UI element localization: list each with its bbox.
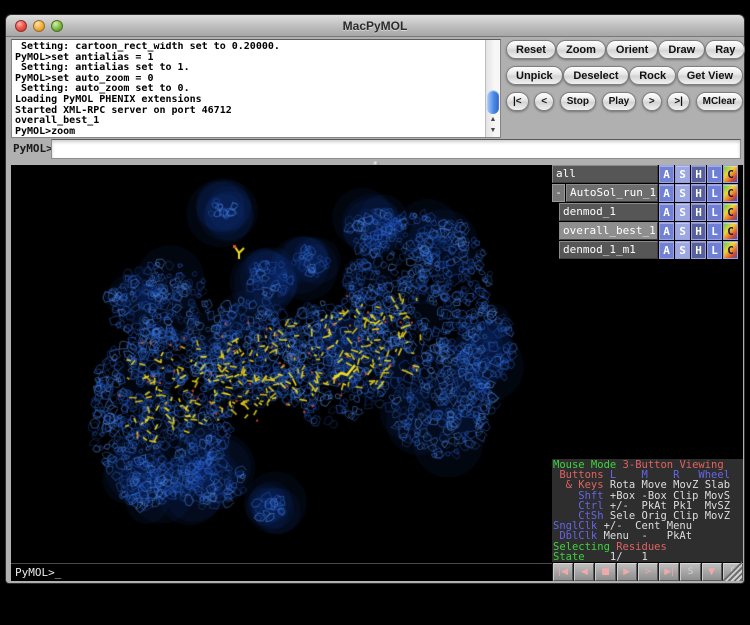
vcr-forward-button[interactable]: > — [638, 563, 658, 581]
indent-spacer — [552, 222, 559, 240]
action-s-button[interactable]: S — [675, 241, 690, 259]
indent-spacer — [552, 203, 559, 221]
viewport-canvas[interactable] — [11, 167, 552, 561]
console-line: PyMOL>zoom — [15, 127, 483, 136]
title-bar[interactable]: MacPyMOL — [6, 15, 744, 37]
command-prompt-label: PyMOL> — [13, 142, 53, 155]
toolbar-button-deselect[interactable]: Deselect — [563, 66, 628, 85]
toolbar-button-ray[interactable]: Ray — [705, 40, 745, 59]
action-a-button[interactable]: A — [659, 203, 674, 221]
object-name-overall_best_1[interactable]: overall_best_1 — [559, 222, 658, 240]
vcr-back-button[interactable]: ◀ — [574, 563, 594, 581]
vcr-end-button[interactable]: ▶| — [659, 563, 679, 581]
window-title: MacPyMOL — [6, 19, 744, 33]
toolbar-button-reset[interactable]: Reset — [506, 40, 556, 59]
action-c-button[interactable]: C — [723, 203, 738, 221]
object-row: -AutoSol_run_1_ASHLC — [552, 184, 738, 202]
console-line: Setting: cartoon_rect_width set to 0.200… — [15, 42, 483, 53]
mouse-mode-panel[interactable]: Mouse Mode 3-Button Viewing Buttons L M … — [552, 459, 743, 562]
toolbar-button-orient[interactable]: Orient — [606, 40, 658, 59]
action-c-button[interactable]: C — [723, 165, 738, 183]
action-c-button[interactable]: C — [723, 241, 738, 259]
action-l-button[interactable]: L — [707, 203, 722, 221]
console-line: overall_best_1 — [15, 116, 483, 127]
object-name-AutoSol_run_1_[interactable]: AutoSol_run_1_ — [566, 184, 658, 202]
mouse-panel-line: State 1/ 1 — [553, 552, 743, 562]
action-a-button[interactable]: A — [659, 222, 674, 240]
toolbar-button-zoom[interactable]: Zoom — [556, 40, 606, 59]
action-h-button[interactable]: H — [691, 241, 706, 259]
toolbar-row-2: UnpickDeselectRockGet View — [506, 66, 743, 85]
app-window: MacPyMOL Setting: cartoon_rect_width set… — [5, 14, 745, 584]
scroll-down-icon[interactable]: ▼ — [486, 125, 500, 136]
action-a-button[interactable]: A — [659, 241, 674, 259]
toolbar-button-nav[interactable]: > — [642, 92, 662, 111]
command-input[interactable] — [51, 139, 741, 159]
action-s-button[interactable]: S — [675, 222, 690, 240]
action-c-button[interactable]: C — [723, 184, 738, 202]
object-sidebar: allASHLC-AutoSol_run_1_ASHLCdenmod_1ASHL… — [552, 165, 743, 581]
viewport-area: PyMOL>_ allASHLC-AutoSol_run_1_ASHLCdenm… — [11, 165, 743, 581]
object-row: overall_best_1ASHLC — [552, 222, 738, 240]
object-row: denmod_1ASHLC — [552, 203, 738, 221]
action-h-button[interactable]: H — [691, 222, 706, 240]
action-l-button[interactable]: L — [707, 184, 722, 202]
toolbar-button-unpick[interactable]: Unpick — [506, 66, 563, 85]
mouse-panel-text: State — [553, 551, 591, 563]
vcr-controls: |◀◀■▶>▶|S▼F — [552, 563, 743, 581]
toolbar-button-draw[interactable]: Draw — [658, 40, 705, 59]
toolbar-button-nav[interactable]: < — [534, 92, 554, 111]
action-l-button[interactable]: L — [707, 222, 722, 240]
action-s-button[interactable]: S — [675, 165, 690, 183]
console-log: Setting: cartoon_rect_width set to 0.200… — [11, 39, 501, 138]
vcr-rewind-button[interactable]: |◀ — [553, 563, 573, 581]
vcr-stop-button[interactable]: ■ — [595, 563, 615, 581]
viewport-prompt: PyMOL>_ — [11, 563, 557, 580]
vcr-s-button[interactable]: S — [680, 563, 700, 581]
toolbar-button-rock[interactable]: Rock — [629, 66, 676, 85]
action-s-button[interactable]: S — [675, 203, 690, 221]
object-row: allASHLC — [552, 165, 738, 183]
scrollbar-thumb[interactable] — [487, 90, 499, 114]
action-h-button[interactable]: H — [691, 203, 706, 221]
toolbar-button-nav[interactable]: |< — [506, 92, 529, 111]
vcr-scene-down-button[interactable]: ▼ — [702, 563, 722, 581]
action-l-button[interactable]: L — [707, 165, 722, 183]
action-c-button[interactable]: C — [723, 222, 738, 240]
action-s-button[interactable]: S — [675, 184, 690, 202]
indent-spacer — [552, 241, 559, 259]
toolbar-button-getview[interactable]: Get View — [677, 66, 743, 85]
object-row: denmod_1_m1ASHLC — [552, 241, 738, 259]
vcr-play-button[interactable]: ▶ — [617, 563, 637, 581]
control-button-panel: ResetZoomOrientDrawRay UnpickDeselectRoc… — [506, 40, 743, 113]
object-name-all[interactable]: all — [552, 165, 658, 183]
object-name-denmod_1[interactable]: denmod_1 — [559, 203, 658, 221]
toolbar-button-stop[interactable]: Stop — [560, 92, 596, 111]
console-output: Setting: cartoon_rect_width set to 0.200… — [15, 42, 483, 136]
object-list: allASHLC-AutoSol_run_1_ASHLCdenmod_1ASHL… — [552, 165, 743, 260]
scroll-up-icon[interactable]: ▲ — [486, 114, 500, 125]
action-a-button[interactable]: A — [659, 165, 674, 183]
action-a-button[interactable]: A — [659, 184, 674, 202]
action-h-button[interactable]: H — [691, 184, 706, 202]
toolbar-button-mclear[interactable]: MClear — [696, 92, 743, 111]
toolbar-button-nav[interactable]: >| — [667, 92, 690, 111]
object-name-denmod_1_m1[interactable]: denmod_1_m1 — [559, 241, 658, 259]
action-l-button[interactable]: L — [707, 241, 722, 259]
console-line: Loading PyMOL PHENIX extensions — [15, 95, 483, 106]
action-h-button[interactable]: H — [691, 165, 706, 183]
mouse-panel-text: 1/ 1 — [591, 551, 648, 563]
toolbar-row-1: ResetZoomOrientDrawRay — [506, 40, 743, 59]
toolbar-row-3: |< < Stop Play > >| MClear — [506, 92, 743, 111]
group-collapse-toggle[interactable]: - — [552, 184, 565, 202]
console-scrollbar[interactable]: ▲ ▼ — [485, 40, 500, 137]
toolbar-button-play[interactable]: Play — [602, 92, 637, 111]
